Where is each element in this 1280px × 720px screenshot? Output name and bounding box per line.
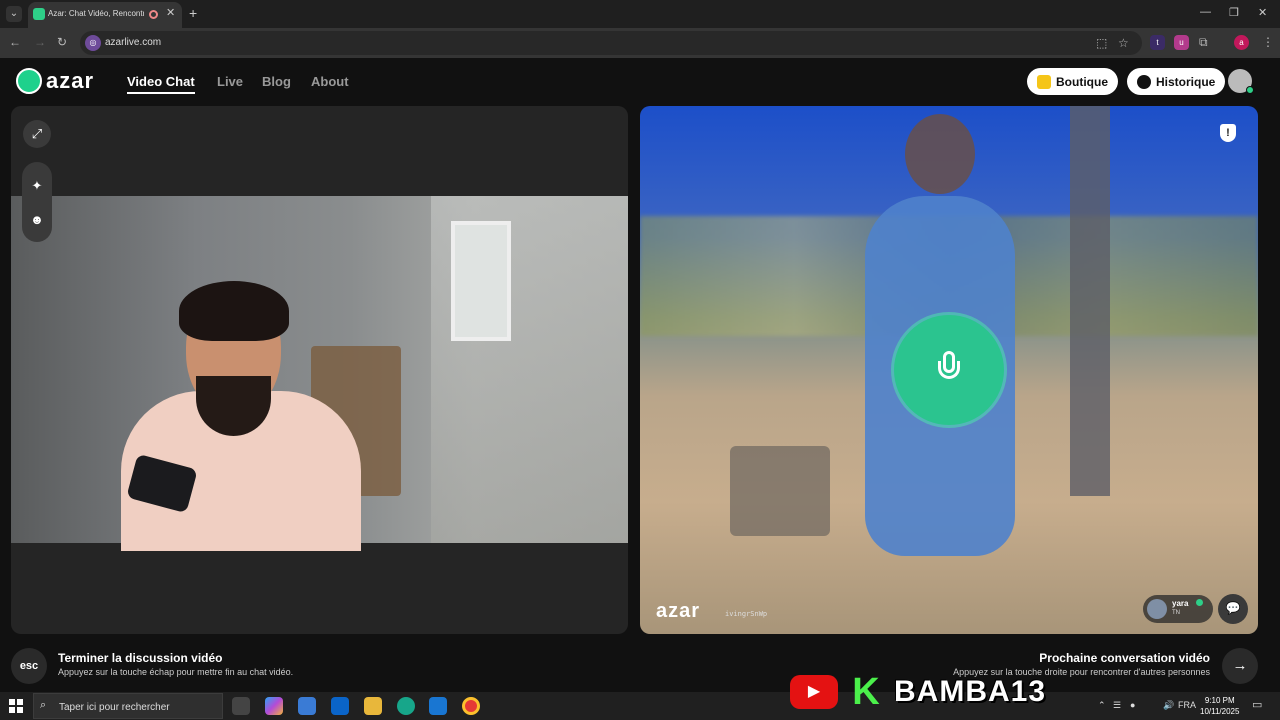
chat-bubble-icon[interactable]: 💬 — [1218, 594, 1248, 624]
microphone-icon — [938, 351, 960, 387]
task-view-icon[interactable] — [232, 697, 250, 715]
streamer-watermark: ▶ K BAMBA13 — [790, 672, 1046, 712]
extension-t-icon[interactable]: t — [1150, 35, 1165, 50]
clock-time: 9:10 PM — [1204, 696, 1235, 705]
peer-id: ivingrSnWp — [725, 610, 768, 618]
streamer-name: BAMBA13 — [894, 675, 1047, 708]
peer-avatar — [1147, 599, 1167, 619]
tray-chevron-icon[interactable]: ⌃ — [1098, 700, 1106, 711]
taskbar-clock[interactable]: 9:10 PM 10/11/2025 — [1200, 695, 1239, 717]
end-chat-button[interactable]: esc — [11, 648, 47, 684]
self-person-hair — [179, 281, 289, 341]
profile-avatar-icon[interactable]: a — [1234, 35, 1249, 50]
site-info-icon[interactable]: ◎ — [85, 35, 101, 51]
azar-logo-icon — [16, 68, 42, 94]
nav-blog[interactable]: Blog — [262, 74, 291, 89]
next-chat-button[interactable]: → — [1222, 648, 1258, 684]
close-window-button[interactable]: ✕ — [1258, 6, 1267, 19]
search-icon: ⌕ — [40, 699, 47, 711]
azar-page: azar Video Chat Live Blog About Boutique… — [0, 58, 1280, 692]
camera-window — [451, 221, 511, 341]
taskbar-search[interactable]: ⌕ Taper ici pour rechercher — [33, 693, 223, 719]
browser-menu-icon[interactable]: ⋮ — [1262, 35, 1274, 49]
peer-background-post — [1070, 106, 1110, 496]
online-status-icon — [1246, 86, 1254, 94]
end-chat-title: Terminer la discussion vidéo — [58, 651, 223, 665]
tab-title: Azar: Chat Vidéo, Rencontre — [48, 9, 144, 18]
azar-logo-text: azar — [46, 68, 95, 93]
notifications-icon[interactable]: ▭ — [1252, 698, 1262, 711]
store-icon[interactable] — [298, 697, 316, 715]
maximize-button[interactable]: ❐ — [1229, 6, 1239, 19]
reload-icon[interactable]: ↻ — [57, 35, 67, 49]
mail-icon[interactable] — [331, 697, 349, 715]
chrome-icon[interactable] — [462, 697, 480, 715]
next-chat-title: Prochaine conversation vidéo — [1039, 651, 1210, 665]
back-icon[interactable]: ← — [9, 35, 21, 49]
self-video-panel: ⤢ ✦ ☻ — [11, 106, 628, 634]
history-label: Historique — [1156, 74, 1216, 89]
mic-tray-icon[interactable]: ● — [1130, 700, 1135, 710]
boutique-label: Boutique — [1056, 74, 1108, 89]
minimize-button[interactable]: — — [1200, 6, 1211, 18]
language-indicator[interactable]: FRA — [1178, 700, 1196, 710]
install-app-icon[interactable]: ⬚ — [1096, 36, 1107, 50]
tab-favicon-icon — [33, 8, 45, 20]
mic-request-button[interactable] — [894, 315, 1004, 425]
app-icon[interactable] — [429, 697, 447, 715]
network-icon[interactable]: ☰ — [1113, 700, 1121, 711]
taskbar-search-placeholder: Taper ici pour rechercher — [59, 702, 170, 713]
extensions-puzzle-icon[interactable]: ⧉ — [1199, 35, 1208, 50]
browser-tab[interactable]: Azar: Chat Vidéo, Rencontre ✕ — [28, 2, 182, 28]
copilot-icon[interactable] — [265, 697, 283, 715]
boutique-button[interactable]: Boutique — [1027, 68, 1118, 95]
sparkle-effects-icon[interactable]: ✦ — [23, 172, 51, 200]
peer-person-head — [905, 114, 975, 194]
self-camera-feed — [11, 196, 628, 551]
nav-about[interactable]: About — [311, 74, 349, 89]
recording-indicator-icon — [149, 10, 158, 19]
verified-icon — [1196, 599, 1203, 606]
azar-logo[interactable]: azar — [16, 68, 94, 94]
end-chat-description: Appuyez sur la touche échap pour mettre … — [58, 667, 294, 677]
address-bar[interactable]: ◎ azarlive.com ⬚ ☆ — [80, 31, 1142, 55]
bookmark-star-icon[interactable]: ☆ — [1118, 36, 1129, 50]
windows-start-icon[interactable] — [9, 699, 23, 713]
forward-icon[interactable]: → — [34, 35, 46, 49]
face-filter-icon[interactable]: ☻ — [23, 206, 51, 234]
new-tab-button[interactable]: + — [189, 5, 197, 21]
peer-video-panel: ! azar ivingrSnWp yara TN 💬 — [640, 106, 1258, 634]
file-explorer-icon[interactable] — [364, 697, 382, 715]
volume-icon[interactable]: 🔊 — [1163, 700, 1174, 711]
youtube-icon: ▶ — [790, 675, 838, 709]
windows-taskbar: ⌕ Taper ici pour rechercher ⌃ ☰ ● 🔊 FRA … — [0, 692, 1280, 720]
nav-live[interactable]: Live — [217, 74, 243, 89]
peer-background-object — [730, 446, 830, 536]
browser-toolbar: ← → ↻ ◎ azarlive.com ⬚ ☆ t u ⧉ a ⋮ — [0, 28, 1280, 58]
clock-icon — [1137, 74, 1151, 89]
kick-logo-icon: K — [852, 671, 880, 713]
peer-profile-chip[interactable]: yara TN — [1143, 595, 1213, 623]
browser-tab-bar: ⌄ Azar: Chat Vidéo, Rencontre ✕ + — ❐ ✕ — [0, 0, 1280, 28]
edge-icon[interactable] — [397, 697, 415, 715]
tab-close-button[interactable]: ✕ — [166, 6, 175, 19]
url-text: azarlive.com — [105, 37, 162, 48]
peer-name: yara — [1172, 599, 1189, 608]
peer-country: TN — [1172, 610, 1180, 616]
tab-list-button[interactable]: ⌄ — [6, 6, 22, 22]
history-button[interactable]: Historique — [1127, 68, 1226, 95]
expand-icon[interactable]: ⤢ — [23, 120, 51, 148]
report-shield-icon[interactable]: ! — [1220, 124, 1236, 142]
gem-icon — [1037, 74, 1051, 89]
nav-video-chat[interactable]: Video Chat — [127, 74, 195, 94]
peer-azar-watermark: azar — [656, 600, 701, 622]
clock-date: 10/11/2025 — [1200, 707, 1240, 716]
user-profile-button[interactable] — [1228, 69, 1254, 94]
extension-shield-icon[interactable]: u — [1174, 35, 1189, 50]
